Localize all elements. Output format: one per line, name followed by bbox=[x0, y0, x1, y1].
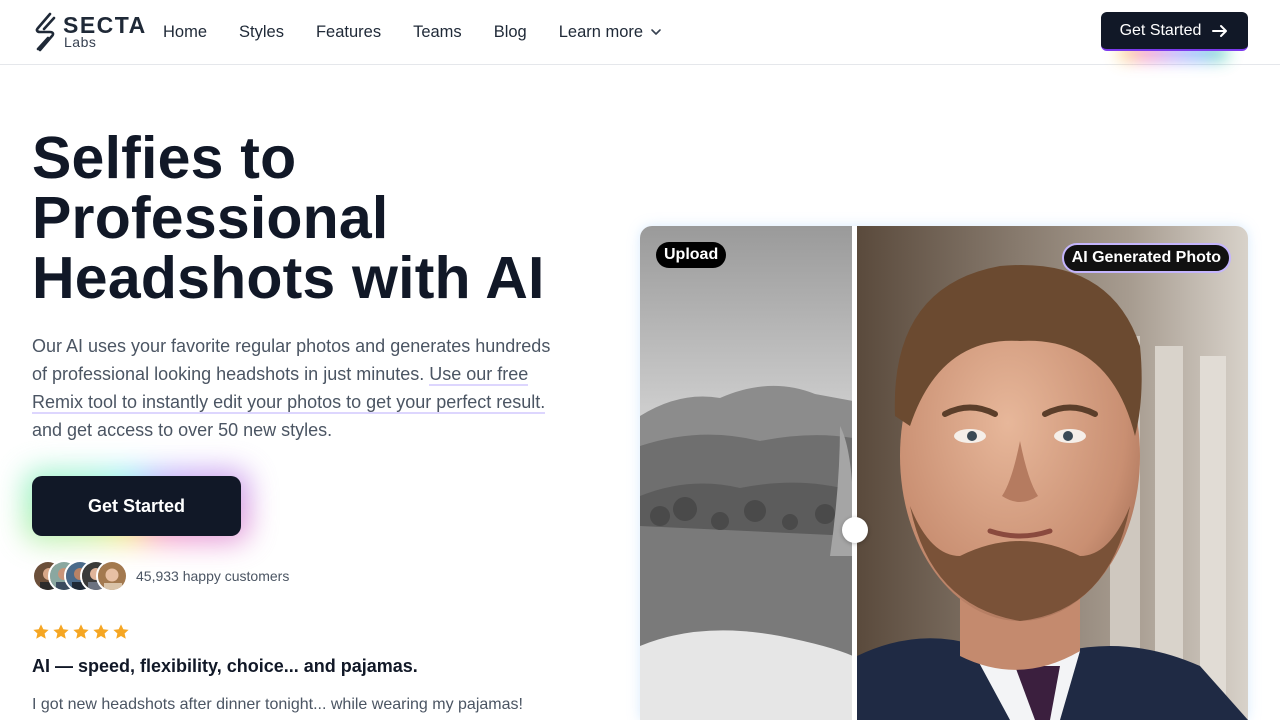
ai-generated-label: AI Generated Photo bbox=[1061, 243, 1231, 273]
hero-description: Our AI uses your favorite regular photos… bbox=[32, 332, 567, 444]
nav-home[interactable]: Home bbox=[163, 23, 207, 42]
review-text: I got new headshots after dinner tonight… bbox=[32, 696, 523, 713]
star-icon bbox=[113, 624, 129, 639]
rating-stars bbox=[32, 623, 130, 641]
arrow-right-icon bbox=[1212, 24, 1228, 37]
logo-subtitle: Labs bbox=[64, 34, 97, 50]
star-icon bbox=[33, 624, 49, 639]
comparison-divider[interactable] bbox=[852, 226, 857, 720]
nav-learn-more[interactable]: Learn more bbox=[559, 23, 663, 42]
hero-get-started-button[interactable]: Get Started bbox=[32, 476, 241, 536]
comparison-photo bbox=[640, 226, 1248, 720]
header-get-started-button[interactable]: Get Started bbox=[1101, 12, 1248, 51]
chevron-down-icon bbox=[651, 29, 661, 35]
review-title: AI — speed, flexibility, choice... and p… bbox=[32, 656, 418, 676]
comparison-slider-handle[interactable] bbox=[842, 517, 868, 543]
nav-features[interactable]: Features bbox=[316, 23, 381, 42]
star-icon bbox=[93, 624, 109, 639]
star-icon bbox=[73, 624, 89, 639]
avatar bbox=[96, 560, 128, 592]
hero-desc-tail: and get access to over 50 new styles. bbox=[32, 420, 333, 440]
nav-styles[interactable]: Styles bbox=[239, 23, 284, 42]
customer-avatars bbox=[32, 560, 128, 592]
header-cta-label: Get Started bbox=[1119, 21, 1202, 39]
hero-title: Selfies to Professional Headshots with A… bbox=[32, 125, 545, 311]
site-header: SECTA Labs Home Styles Features Teams Bl… bbox=[0, 0, 1280, 65]
nav-teams[interactable]: Teams bbox=[413, 23, 462, 42]
star-icon bbox=[53, 624, 69, 639]
nav-blog[interactable]: Blog bbox=[494, 23, 527, 42]
upload-label: Upload bbox=[656, 242, 727, 268]
secta-labs-logo[interactable]: SECTA Labs bbox=[32, 12, 145, 54]
main-nav: Home Styles Features Teams Blog Learn mo… bbox=[163, 0, 663, 64]
happy-customers-count: 45,933 happy customers bbox=[136, 568, 290, 584]
nav-learn-more-label: Learn more bbox=[558, 22, 644, 41]
before-after-comparison[interactable]: Upload AI Generated Photo bbox=[640, 226, 1248, 720]
secta-logo-icon bbox=[35, 12, 56, 52]
